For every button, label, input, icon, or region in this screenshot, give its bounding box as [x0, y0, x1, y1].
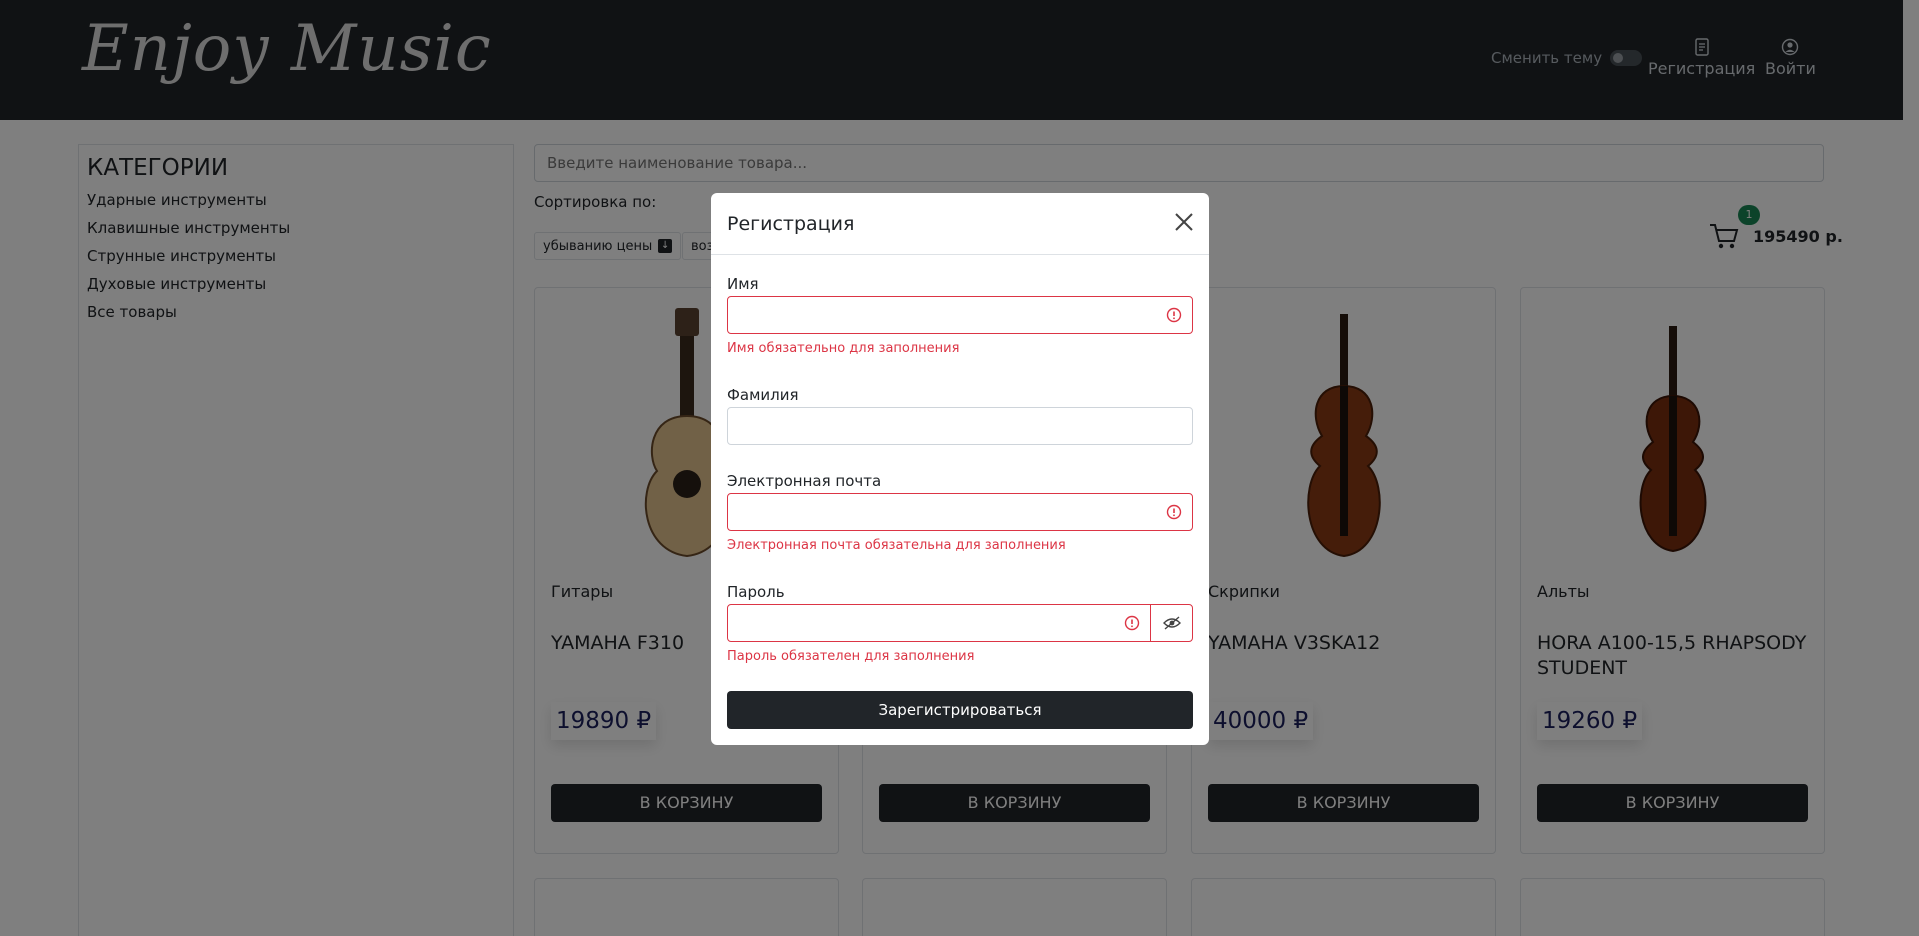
email-field[interactable]: [727, 493, 1193, 531]
modal-header: Регистрация: [711, 193, 1209, 255]
first-name-field[interactable]: [727, 296, 1193, 334]
error-icon: [1166, 504, 1182, 520]
close-icon[interactable]: [1173, 211, 1195, 233]
password-error: Пароль обязателен для заполнения: [727, 649, 975, 664]
password-group: [727, 604, 1193, 642]
password-label: Пароль: [727, 583, 785, 601]
register-submit-button[interactable]: Зарегистрироваться: [727, 691, 1193, 729]
eye-slash-icon: [1162, 616, 1181, 630]
last-name-label: Фамилия: [727, 386, 799, 404]
error-icon: [1166, 307, 1182, 323]
password-field[interactable]: [727, 604, 1151, 642]
first-name-label: Имя: [727, 275, 759, 293]
last-name-field[interactable]: [727, 407, 1193, 445]
error-icon: [1124, 615, 1140, 631]
email-error: Электронная почта обязательна для заполн…: [727, 538, 1066, 553]
modal-title: Регистрация: [727, 213, 855, 235]
registration-modal: Регистрация Имя Имя обязательно для запо…: [711, 193, 1209, 745]
first-name-error: Имя обязательно для заполнения: [727, 341, 960, 356]
email-label: Электронная почта: [727, 472, 882, 490]
toggle-password-button[interactable]: [1150, 604, 1193, 642]
